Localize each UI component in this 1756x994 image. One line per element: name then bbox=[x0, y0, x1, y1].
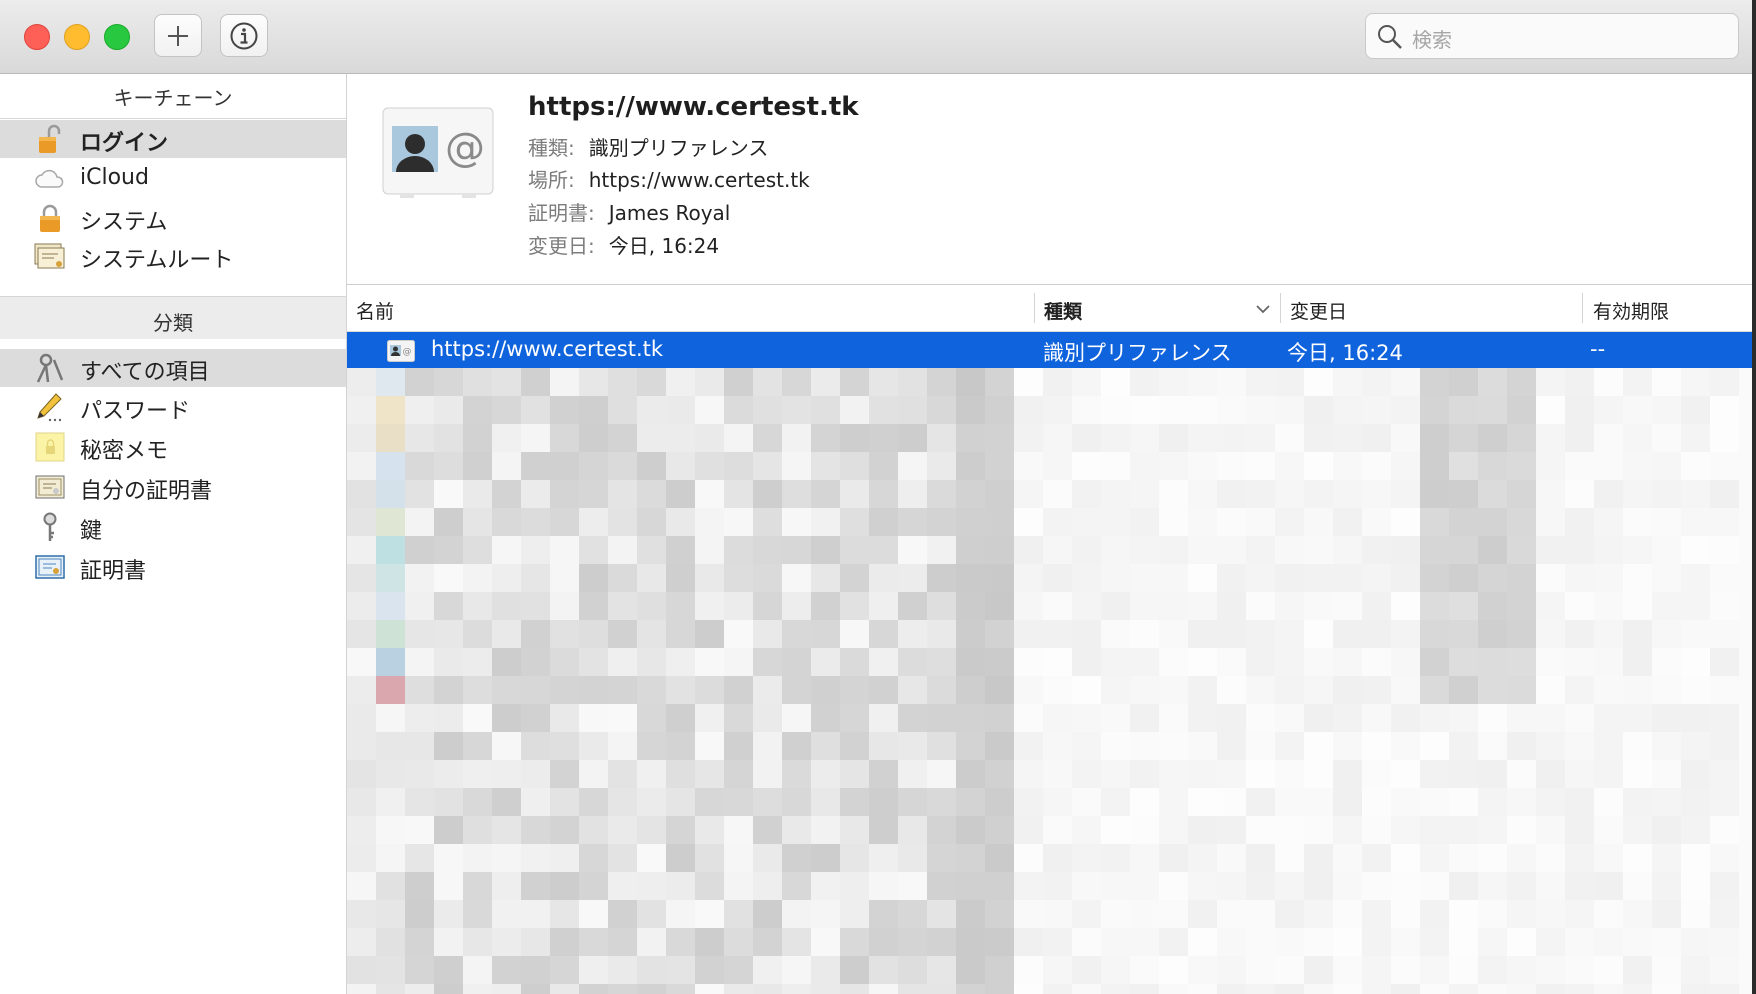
pixelation-mosaic bbox=[347, 368, 1739, 994]
sidebar-item-keys[interactable]: 鍵 bbox=[0, 508, 346, 546]
cell-expires: -- bbox=[1590, 337, 1606, 361]
sidebar-item-label: システムルート bbox=[80, 248, 234, 273]
sidebar-item-passwords[interactable]: パスワード bbox=[0, 388, 346, 426]
certificate-stack-icon bbox=[34, 243, 65, 269]
search-placeholder: 検索 bbox=[1412, 28, 1452, 52]
detail-where: 場所: https://www.certest.tk bbox=[528, 164, 810, 193]
sidebar-item-my-certificates[interactable]: 自分の証明書 bbox=[0, 468, 346, 506]
detail-certificate-value: James Royal bbox=[608, 201, 731, 225]
detail-kind: 種類: 識別プリファレンス bbox=[528, 132, 768, 161]
sidebar-item-label: すべての項目 bbox=[80, 360, 210, 385]
column-divider[interactable] bbox=[1582, 293, 1583, 323]
sidebar-item-icloud[interactable]: iCloud bbox=[0, 160, 346, 198]
info-button[interactable] bbox=[220, 14, 268, 57]
cell-modified: 今日, 16:24 bbox=[1287, 341, 1403, 365]
sidebar-item-label: ログイン bbox=[80, 131, 169, 156]
keychains-header: キーチェーン bbox=[113, 86, 233, 110]
detail-modified-label: 変更日: bbox=[528, 234, 595, 258]
table-header: 名前 種類 変更日 有効期限 bbox=[347, 285, 1752, 332]
detail-where-label: 場所: bbox=[528, 168, 575, 192]
sidebar-item-label: 自分の証明書 bbox=[80, 479, 213, 504]
sidebar-item-label: 秘密メモ bbox=[80, 439, 169, 464]
column-divider[interactable] bbox=[1280, 293, 1281, 323]
detail-modified: 変更日: 今日, 16:24 bbox=[528, 230, 719, 259]
my-certificate-icon bbox=[35, 475, 65, 499]
column-header-modified[interactable]: 変更日 bbox=[1290, 297, 1347, 324]
obscured-table-rows bbox=[347, 368, 1752, 994]
detail-kind-label: 種類: bbox=[528, 136, 575, 160]
sidebar-item-label: 証明書 bbox=[80, 559, 147, 584]
detail-certificate-label: 証明書: bbox=[528, 201, 595, 225]
sidebar-item-login[interactable]: ログイン bbox=[0, 120, 346, 158]
sidebar: キーチェーン ログイン iCloud システム システムルート 分類 すべての項… bbox=[0, 74, 347, 994]
column-header-kind[interactable]: 種類 bbox=[1044, 297, 1082, 324]
column-header-expires[interactable]: 有効期限 bbox=[1593, 297, 1669, 324]
identity-preference-card-icon: @ bbox=[382, 107, 494, 198]
window-edge bbox=[1752, 0, 1756, 994]
sidebar-item-certificates[interactable]: 証明書 bbox=[0, 548, 346, 586]
sidebar-divider bbox=[0, 118, 346, 119]
sidebar-item-secure-notes[interactable]: 秘密メモ bbox=[0, 428, 346, 466]
detail-title: https://www.certest.tk bbox=[528, 92, 859, 122]
plus-icon bbox=[168, 25, 188, 46]
cell-name: https://www.certest.tk bbox=[431, 337, 664, 361]
item-detail-panel: @ https://www.certest.tk 種類: 識別プリファレンス 場所… bbox=[347, 74, 1752, 285]
sidebar-item-system[interactable]: システム bbox=[0, 199, 346, 237]
sort-chevron-down-icon bbox=[1256, 305, 1270, 314]
sidebar-item-label: 鍵 bbox=[80, 519, 103, 544]
unlocked-padlock-icon bbox=[39, 124, 61, 153]
detail-kind-value: 識別プリファレンス bbox=[588, 136, 769, 160]
key-icon bbox=[43, 512, 57, 541]
category-header: 分類 bbox=[153, 311, 193, 335]
search-icon bbox=[1378, 25, 1402, 49]
keychain-access-window: 検索 キーチェーン ログイン iCloud システム システムルート 分類 すべ… bbox=[0, 0, 1752, 994]
keys-icon bbox=[36, 353, 64, 383]
locked-padlock-icon bbox=[40, 204, 60, 232]
search-field[interactable]: 検索 bbox=[1365, 13, 1739, 59]
identity-preference-small-icon: @ bbox=[387, 340, 415, 362]
column-divider[interactable] bbox=[1034, 293, 1035, 323]
svg-text:@: @ bbox=[403, 347, 412, 357]
sidebar-item-system-roots[interactable]: システムルート bbox=[0, 237, 346, 275]
minimize-button[interactable] bbox=[64, 24, 90, 50]
table-row-selected[interactable]: @ https://www.certest.tk 識別プリファレンス 今日, 1… bbox=[347, 332, 1752, 368]
close-button[interactable] bbox=[24, 24, 50, 50]
cloud-icon bbox=[35, 169, 64, 188]
detail-certificate: 証明書: James Royal bbox=[528, 197, 730, 226]
info-icon bbox=[230, 22, 258, 49]
add-item-button[interactable] bbox=[154, 14, 202, 57]
certificate-icon bbox=[35, 555, 65, 579]
sidebar-item-label: iCloud bbox=[80, 165, 149, 190]
zoom-button[interactable] bbox=[104, 24, 130, 50]
sidebar-item-label: システム bbox=[80, 210, 168, 235]
title-bar: 検索 bbox=[0, 0, 1752, 74]
secure-note-icon bbox=[35, 432, 65, 462]
sidebar-item-all-items[interactable]: すべての項目 bbox=[0, 349, 346, 387]
detail-where-value: https://www.certest.tk bbox=[588, 168, 810, 192]
pencil-icon bbox=[37, 393, 62, 422]
detail-modified-value: 今日, 16:24 bbox=[608, 234, 720, 258]
column-header-name[interactable]: 名前 bbox=[356, 297, 394, 324]
cell-kind: 識別プリファレンス bbox=[1043, 341, 1232, 365]
svg-text:@: @ bbox=[445, 125, 485, 171]
sidebar-item-label: パスワード bbox=[80, 399, 191, 424]
